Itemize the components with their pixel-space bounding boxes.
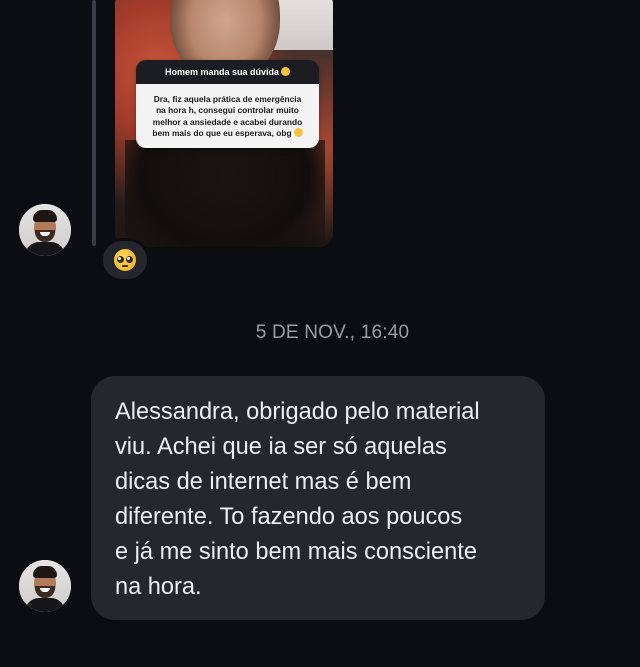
- story-person-hair: [125, 140, 325, 247]
- avatar[interactable]: [19, 560, 71, 612]
- avatar-body: [25, 598, 65, 612]
- reply-thread-line: [92, 0, 96, 246]
- question-sticker-title: Homem manda sua dúvida: [164, 67, 280, 77]
- message-timestamp: 5 DE NOV., 16:40: [255, 322, 410, 343]
- message-text: Alessandra, obrigado pelo material viu. …: [115, 399, 480, 600]
- pleading-face-right-eye: [126, 256, 133, 263]
- pleading-face-left-eye: [117, 256, 124, 263]
- message-reaction[interactable]: [100, 238, 150, 282]
- question-sticker-text: Dra, fiz aquela prática de emergência na…: [152, 94, 303, 139]
- message-bubble[interactable]: Alessandra, obrigado pelo material viu. …: [91, 376, 545, 620]
- thinking-face-icon: [281, 67, 291, 76]
- question-sticker-header: Homem manda sua dúvida: [136, 60, 319, 84]
- pleading-face-icon: [114, 249, 136, 271]
- avatar[interactable]: [19, 204, 71, 256]
- avatar-hair: [33, 566, 57, 578]
- smiling-face-icon: [293, 128, 303, 138]
- story-reply-thumbnail[interactable]: Homem manda sua dúvida Dra, fiz aquela p…: [115, 0, 333, 247]
- avatar-hair: [33, 210, 57, 222]
- question-sticker: Homem manda sua dúvida Dra, fiz aquela p…: [136, 60, 319, 148]
- question-sticker-body: Dra, fiz aquela prática de emergência na…: [136, 84, 319, 148]
- pleading-face-mouth: [122, 265, 128, 267]
- chat-screen: Homem manda sua dúvida Dra, fiz aquela p…: [0, 0, 640, 667]
- avatar-body: [25, 242, 65, 256]
